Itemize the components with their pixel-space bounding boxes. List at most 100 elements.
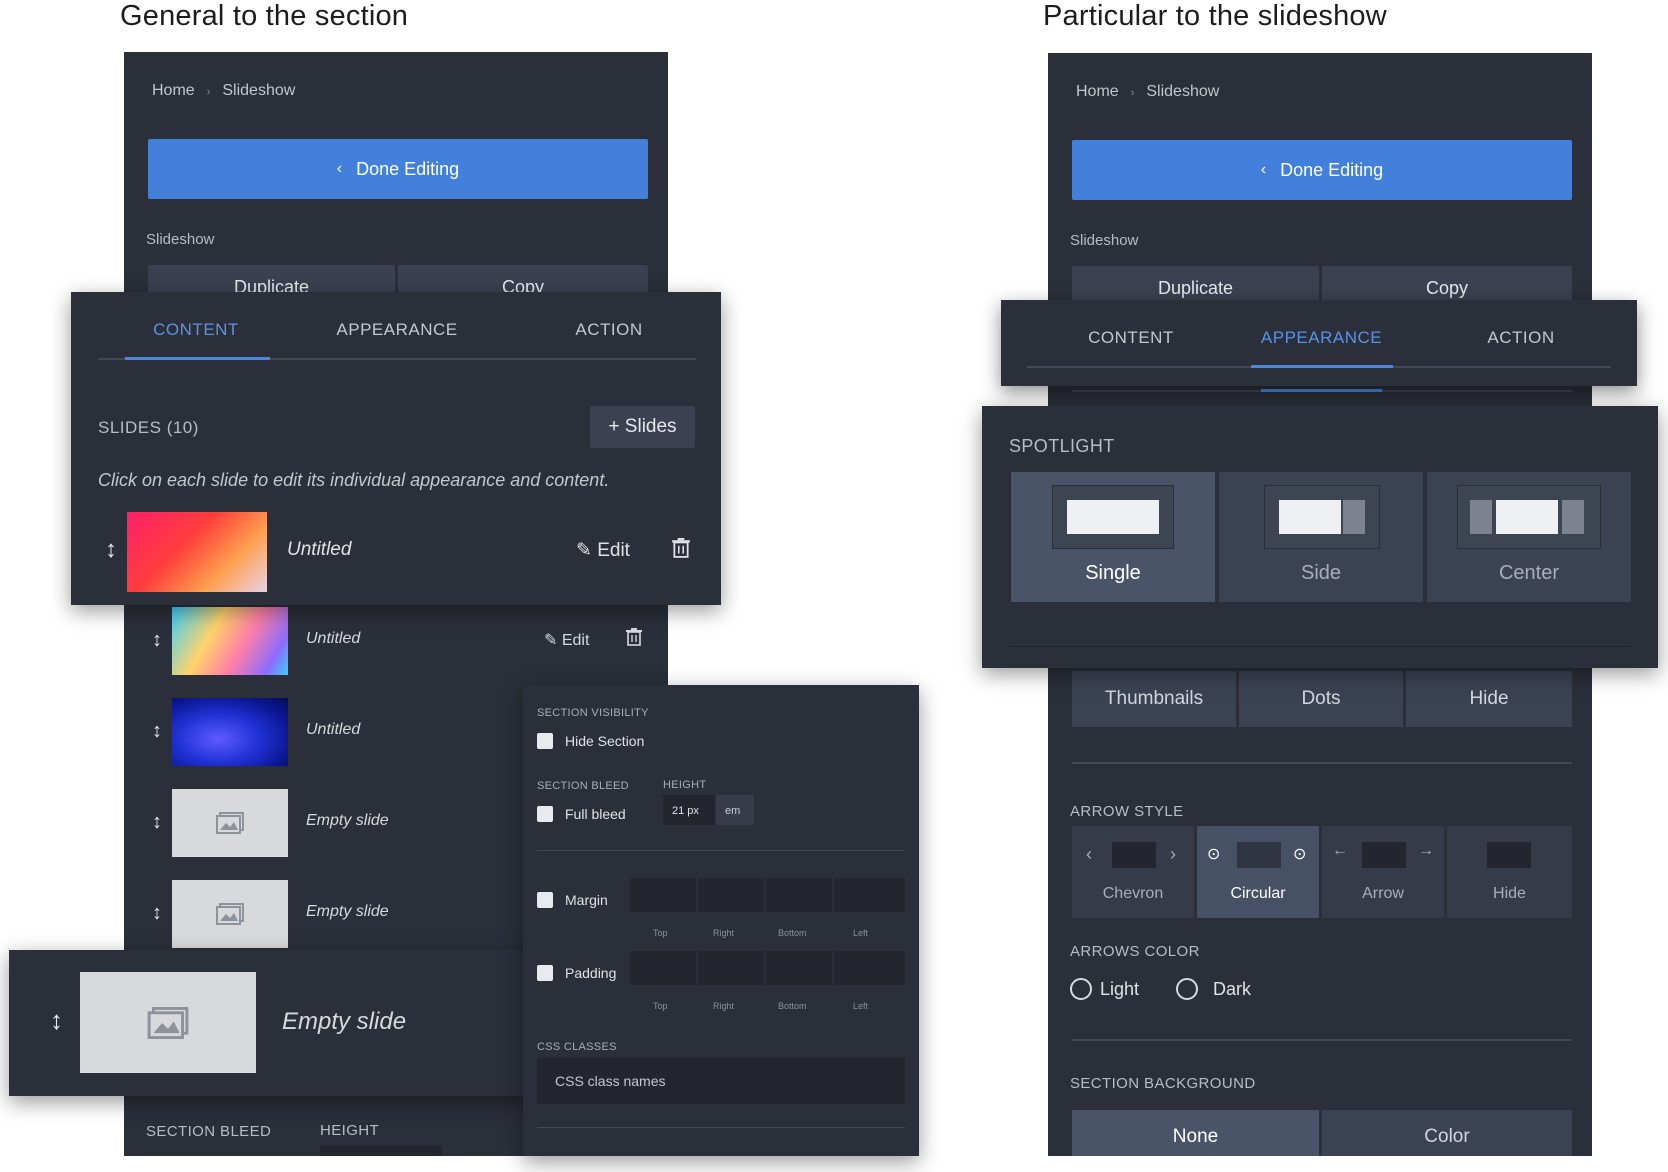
spotlight-option-center[interactable]: Center (1427, 472, 1631, 602)
caption-right: Particular to the slideshow (1043, 0, 1387, 32)
caption-left: General to the section (120, 0, 409, 32)
nav-option-hide[interactable]: Hide (1406, 671, 1572, 727)
spotlight-option-single[interactable]: Single (1011, 472, 1215, 602)
padding-top-label: Top (653, 1001, 668, 1011)
arrow-style-chevron[interactable]: ‹ › Chevron (1072, 826, 1194, 918)
height-input[interactable] (320, 1146, 442, 1156)
padding-right-input[interactable] (698, 951, 764, 985)
circle-arrow-icon: ⊙ (1293, 846, 1307, 863)
height-unit-select[interactable]: em (716, 795, 754, 825)
hide-section-checkbox[interactable] (537, 733, 553, 749)
tab-underline (1251, 365, 1393, 368)
drag-handle-icon[interactable]: ↕ (50, 1005, 63, 1036)
margin-checkbox[interactable] (537, 892, 553, 908)
done-editing-button[interactable]: ‹ Done Editing (1072, 140, 1572, 200)
height-label: HEIGHT (320, 1122, 380, 1139)
trash-icon[interactable] (672, 538, 690, 563)
image-icon (216, 812, 244, 834)
margin-bottom-label: Bottom (778, 928, 807, 938)
drag-handle-icon[interactable]: ↕ (105, 536, 117, 564)
slide-thumbnail[interactable] (172, 698, 288, 766)
chevron-left-icon: ‹ (1260, 161, 1267, 178)
arrow-style-hide[interactable]: Hide (1447, 826, 1572, 918)
margin-top-input[interactable] (630, 878, 696, 912)
image-icon (1496, 500, 1558, 534)
section-visibility-heading: SECTION VISIBILITY (537, 707, 649, 719)
padding-label: Padding (565, 965, 617, 981)
arrow-style-circular[interactable]: ⊙ ⊙ Circular (1197, 826, 1319, 918)
arrow-style-arrow[interactable]: ← → Arrow (1322, 826, 1444, 918)
dragged-slide-row[interactable]: ↕ Empty slide (9, 950, 529, 1096)
trash-icon[interactable] (626, 628, 642, 651)
height-input[interactable]: 21 px (663, 795, 715, 825)
image-icon (147, 1006, 189, 1039)
slide-edit-button[interactable]: ✎ Edit (576, 539, 630, 562)
image-icon (1279, 500, 1341, 534)
spotlight-panel: SPOTLIGHT Single Side Center (982, 406, 1658, 668)
add-slides-button[interactable]: + Slides (590, 406, 695, 448)
breadcrumb-current: Slideshow (1146, 83, 1220, 100)
tab-action[interactable]: ACTION (1461, 328, 1581, 348)
chevron-right-icon: › (1170, 844, 1176, 864)
nav-option-dots[interactable]: Dots (1239, 671, 1403, 727)
chevron-right-icon: › (206, 86, 211, 98)
arrows-color-light-radio[interactable] (1070, 978, 1092, 1000)
image-icon (1112, 842, 1156, 868)
tab-underline (1261, 389, 1382, 392)
done-editing-button[interactable]: ‹ Done Editing (148, 139, 648, 199)
slide-thumbnail[interactable] (172, 789, 288, 857)
arrows-color-dark-radio[interactable] (1176, 978, 1198, 1000)
drag-handle-icon[interactable]: ↕ (152, 811, 162, 834)
arrows-color-light-label: Light (1100, 979, 1140, 999)
slide-thumbnail[interactable] (127, 512, 267, 592)
padding-top-input[interactable] (630, 951, 696, 985)
slide-thumbnail[interactable] (172, 607, 288, 675)
divider (537, 1127, 905, 1128)
padding-left-input[interactable] (834, 951, 905, 985)
background-option-none[interactable]: None (1072, 1110, 1319, 1156)
drag-handle-icon[interactable]: ↕ (152, 629, 162, 652)
slide-thumbnail[interactable] (172, 880, 288, 948)
spotlight-option-side[interactable]: Side (1219, 472, 1423, 602)
margin-top-label: Top (653, 928, 668, 938)
spotlight-heading: SPOTLIGHT (1009, 436, 1115, 456)
css-classes-input[interactable]: CSS class names (537, 1058, 905, 1104)
slide-thumbnail[interactable] (80, 972, 256, 1073)
margin-right-input[interactable] (698, 878, 764, 912)
tab-underline (125, 357, 270, 360)
slide-edit-button[interactable]: ✎ Edit (544, 630, 589, 650)
image-icon (1470, 500, 1492, 534)
margin-left-input[interactable] (834, 878, 905, 912)
breadcrumb: Home › Slideshow (1076, 83, 1219, 101)
slides-heading: SLIDES (10) (98, 418, 199, 437)
breadcrumb-home[interactable]: Home (1076, 83, 1119, 100)
tab-appearance[interactable]: APPEARANCE (1249, 328, 1394, 348)
nav-option-thumbnails[interactable]: Thumbnails (1072, 671, 1236, 727)
pencil-icon: ✎ (576, 540, 592, 561)
background-option-color[interactable]: Color (1322, 1110, 1572, 1156)
tab-content[interactable]: CONTENT (1071, 328, 1191, 348)
breadcrumb: Home › Slideshow (152, 82, 295, 100)
chevron-left-icon: ‹ (336, 160, 343, 177)
margin-bottom-input[interactable] (766, 878, 832, 912)
layout-preview (1457, 485, 1601, 549)
padding-right-label: Right (713, 1001, 735, 1011)
padding-checkbox[interactable] (537, 965, 553, 981)
section-settings-panel: SECTION VISIBILITY Hide Section SECTION … (523, 685, 919, 1156)
tab-appearance[interactable]: APPEARANCE (317, 320, 477, 340)
drag-handle-icon[interactable]: ↕ (152, 720, 162, 743)
content-tab-panel: CONTENT APPEARANCE ACTION SLIDES (10) + … (71, 292, 721, 605)
slide-title: Empty slide (306, 903, 389, 920)
padding-bottom-input[interactable] (766, 951, 832, 985)
image-icon (216, 903, 244, 925)
section-bleed-heading: SECTION BLEED (537, 780, 629, 792)
padding-left-label: Left (853, 1001, 869, 1011)
margin-right-label: Right (713, 928, 735, 938)
breadcrumb-home[interactable]: Home (152, 82, 195, 99)
tab-action[interactable]: ACTION (549, 320, 669, 340)
image-icon (1562, 500, 1584, 534)
drag-handle-icon[interactable]: ↕ (152, 902, 162, 925)
appearance-tab-bar: CONTENT APPEARANCE ACTION (1001, 300, 1637, 386)
full-bleed-checkbox[interactable] (537, 806, 553, 822)
tab-content[interactable]: CONTENT (123, 320, 269, 340)
